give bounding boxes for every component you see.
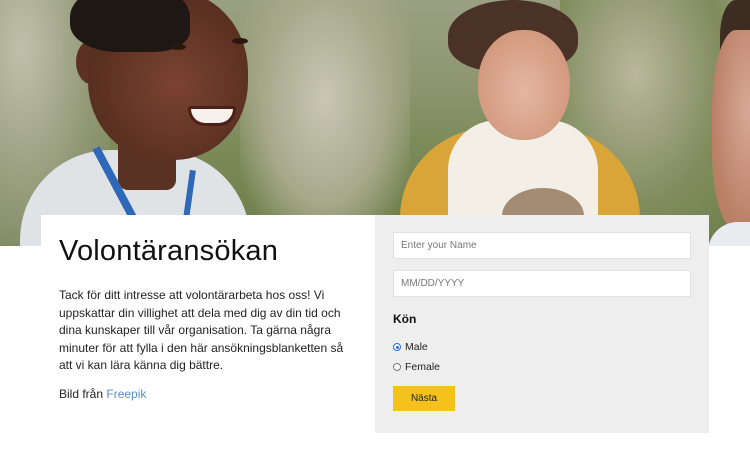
person-eye (170, 44, 186, 50)
gender-option-label: Female (405, 361, 441, 373)
volunteer-form: Kön Male Female Nästa (375, 215, 709, 433)
person-face (478, 30, 570, 140)
gender-option-male[interactable]: Male (393, 340, 691, 354)
gender-option-label: Male (405, 341, 428, 353)
page-title: Volontäransökan (59, 235, 279, 267)
gender-option-female[interactable]: Female (393, 360, 691, 374)
name-input[interactable] (393, 232, 691, 259)
date-input[interactable] (393, 270, 691, 297)
freepik-link[interactable]: Freepik (106, 387, 146, 401)
intro-card: Volontäransökan Tack för ditt intresse a… (41, 215, 375, 433)
next-button[interactable]: Nästa (393, 386, 455, 411)
person-eye (232, 38, 248, 44)
radio-button-female[interactable] (393, 363, 401, 371)
hero-photo (0, 0, 750, 246)
intro-description: Tack för ditt intresse att volontärarbet… (59, 288, 344, 372)
radio-button-male[interactable] (393, 343, 401, 351)
gender-label: Kön (393, 312, 417, 326)
background-blur (240, 0, 410, 246)
image-credit: Bild från Freepik (59, 387, 357, 401)
credit-prefix: Bild från (59, 386, 104, 401)
person-face (712, 30, 750, 230)
